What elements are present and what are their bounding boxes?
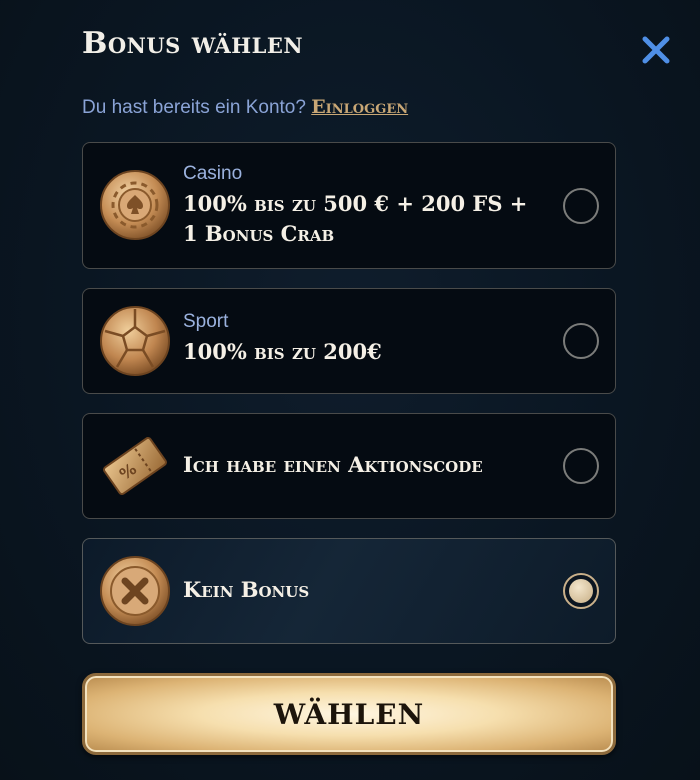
option-offer: Ich habe einen Aktionscode — [183, 452, 483, 477]
bonus-option-casino[interactable]: Casino 100% bis zu 500 € + 200 FS + 1 Bo… — [82, 142, 616, 269]
option-offer: 100% bis zu 500 € + 200 FS + — [183, 191, 528, 216]
promo-ticket-icon: % — [99, 430, 171, 507]
bonus-option-none[interactable]: Kein Bonus — [82, 538, 616, 644]
bonus-option-sport[interactable]: Sport 100% bis zu 200€ — [82, 288, 616, 394]
login-prompt: Du hast bereits ein Konto? Einloggen — [82, 96, 408, 119]
bonus-option-none-text: Kein Bonus — [183, 575, 309, 605]
option-radio-selected[interactable] — [563, 573, 599, 609]
login-link[interactable]: Einloggen — [311, 96, 408, 118]
option-category: Casino — [183, 163, 243, 184]
close-button[interactable] — [636, 30, 676, 70]
no-bonus-icon — [99, 555, 171, 632]
choose-button[interactable]: WÄHLEN — [82, 673, 616, 755]
soccer-ball-icon — [99, 305, 171, 382]
bonus-option-promo-code[interactable]: % Ich habe einen Aktionscode — [82, 413, 616, 519]
casino-chip-icon — [99, 169, 171, 246]
option-radio[interactable] — [563, 323, 599, 359]
option-category: Sport — [183, 311, 229, 332]
option-offer: Kein Bonus — [183, 577, 310, 602]
option-radio[interactable] — [563, 188, 599, 224]
option-offer: 100% bis zu 200€ — [183, 339, 382, 364]
bonus-option-sport-text: Sport 100% bis zu 200€ — [183, 311, 382, 367]
bonus-option-promo-text: Ich habe einen Aktionscode — [183, 450, 483, 480]
page-title: Bonus wählen — [82, 26, 304, 61]
option-offer-line2: 1 Bonus Crab — [183, 221, 335, 246]
close-icon — [642, 36, 670, 64]
option-radio[interactable] — [563, 448, 599, 484]
login-prompt-text: Du hast bereits ein Konto? — [82, 97, 312, 118]
bonus-option-casino-text: Casino 100% bis zu 500 € + 200 FS + 1 Bo… — [183, 163, 527, 249]
